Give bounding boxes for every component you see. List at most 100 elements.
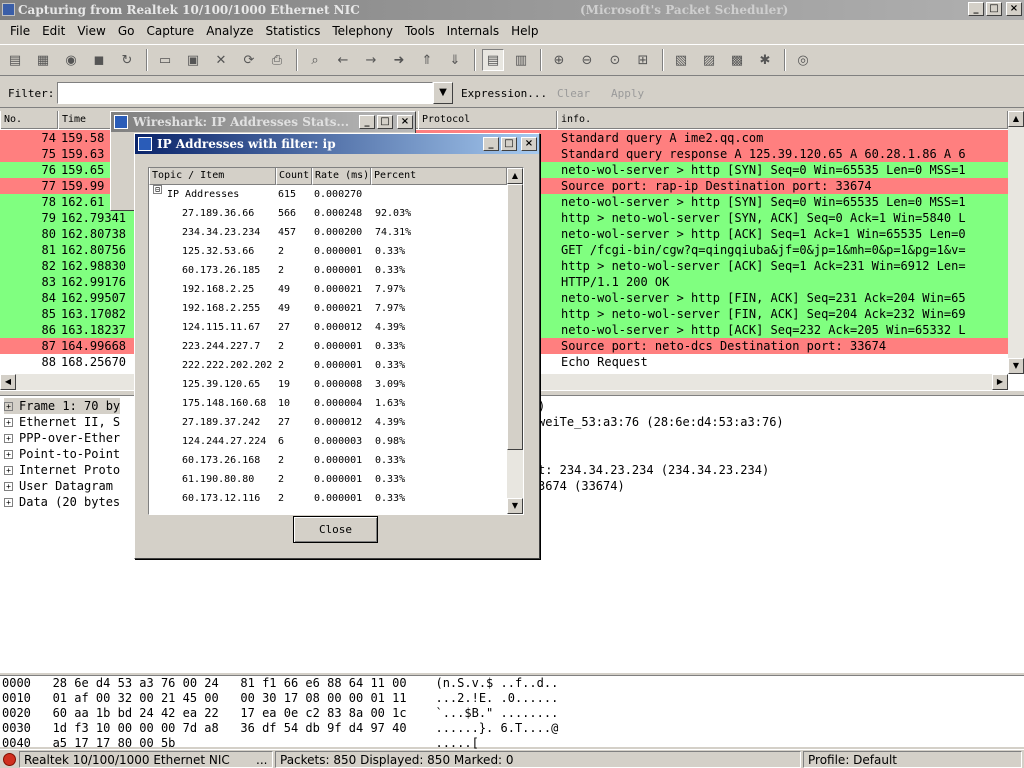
reload-icon[interactable]: ⟳ — [238, 49, 260, 71]
column-header-time[interactable]: Time — [58, 111, 118, 129]
stats-row[interactable]: 27.189.36.66 566 0.000248 92.03% — [149, 204, 507, 223]
detail-tree-item[interactable]: + Ethernet II, S — [4, 414, 120, 430]
expand-icon[interactable]: + — [4, 434, 13, 443]
detail-tree-item[interactable]: + PPP-over-Ether — [4, 430, 120, 446]
minimize-button[interactable]: _ — [968, 2, 984, 16]
menu-edit[interactable]: Edit — [36, 24, 71, 38]
find-packet-icon[interactable]: ⌕ — [304, 49, 326, 71]
stats-row[interactable]: 223.244.227.7 2 0.000001 0.33% — [149, 337, 507, 356]
scroll-left-icon[interactable]: ◀ — [0, 374, 16, 390]
menu-tools[interactable]: Tools — [399, 24, 441, 38]
menu-go[interactable]: Go — [112, 24, 141, 38]
expand-icon[interactable]: + — [4, 498, 13, 507]
dialog-close-button[interactable]: × — [521, 137, 537, 151]
parent-close-button[interactable]: × — [397, 115, 413, 129]
colorize-icon[interactable]: ▤ — [482, 49, 504, 71]
menu-analyze[interactable]: Analyze — [200, 24, 259, 38]
stats-row[interactable]: 192.168.2.255 49 0.000021 7.97% — [149, 299, 507, 318]
detail-tree-item[interactable]: + Point-to-Point — [4, 446, 120, 462]
open-file-icon[interactable]: ▭ — [154, 49, 176, 71]
collapse-icon[interactable]: ⊟ — [153, 185, 162, 194]
hex-dump-line[interactable]: 0010 01 af 00 32 00 21 45 00 00 30 17 08… — [2, 691, 558, 706]
menu-file[interactable]: File — [4, 24, 36, 38]
start-capture-icon[interactable]: ◉ — [60, 49, 82, 71]
detail-tree-item[interactable]: + User Datagram — [4, 478, 113, 494]
clear-filter-button[interactable]: Clear — [557, 87, 590, 100]
scroll-up-icon[interactable]: ▲ — [507, 168, 523, 184]
stats-col-percent[interactable]: Percent — [371, 168, 507, 185]
expand-icon[interactable]: + — [4, 402, 13, 411]
auto-scroll-icon[interactable]: ▥ — [510, 49, 532, 71]
dialog-maximize-button[interactable]: □ — [501, 137, 517, 151]
capture-filters-icon[interactable]: ▧ — [670, 49, 692, 71]
column-header-info[interactable]: info. — [557, 111, 1008, 129]
stats-col-rate[interactable]: Rate (ms) — [312, 168, 371, 185]
stats-row[interactable]: 125.39.120.65 19 0.000008 3.09% — [149, 375, 507, 394]
detail-tree-item[interactable]: + Internet Proto — [4, 462, 120, 478]
preferences-icon[interactable]: ✱ — [754, 49, 776, 71]
stats-row[interactable]: 60.173.26.168 2 0.000001 0.33% — [149, 451, 507, 470]
scroll-up-icon[interactable]: ▲ — [1008, 111, 1024, 127]
display-filters-icon[interactable]: ▨ — [698, 49, 720, 71]
stats-row[interactable]: 124.115.11.67 27 0.000012 4.39% — [149, 318, 507, 337]
normal-size-icon[interactable]: ⊙ — [604, 49, 626, 71]
column-header-protocol[interactable]: Protocol — [418, 111, 557, 129]
expand-icon[interactable]: + — [4, 450, 13, 459]
expand-icon[interactable]: + — [4, 482, 13, 491]
stats-root-row[interactable]: ⊟ IP Addresses 615 0.000270 — [149, 185, 507, 204]
stats-row[interactable]: 60.173.26.185 2 0.000001 0.33% — [149, 261, 507, 280]
stats-row[interactable]: 234.34.23.234 457 0.000200 74.31% — [149, 223, 507, 242]
expand-icon[interactable]: + — [4, 466, 13, 475]
zoom-out-icon[interactable]: ⊖ — [576, 49, 598, 71]
close-dialog-button[interactable]: Close — [293, 516, 378, 543]
stats-row[interactable]: 192.168.2.25 49 0.000021 7.97% — [149, 280, 507, 299]
expert-info-icon[interactable] — [3, 753, 16, 766]
parent-minimize-button[interactable]: _ — [359, 115, 375, 129]
stats-row[interactable]: 125.32.53.66 2 0.000001 0.33% — [149, 242, 507, 261]
go-first-icon[interactable]: ⇑ — [416, 49, 438, 71]
stop-capture-icon[interactable]: ◼ — [88, 49, 110, 71]
detail-tree-item[interactable]: + Frame 1: 70 by — [4, 398, 121, 414]
close-file-icon[interactable]: ✕ — [210, 49, 232, 71]
coloring-rules-icon[interactable]: ▩ — [726, 49, 748, 71]
maximize-button[interactable]: □ — [986, 2, 1002, 16]
restart-capture-icon[interactable]: ↻ — [116, 49, 138, 71]
stats-row[interactable]: 60.173.12.116 2 0.000001 0.33% — [149, 489, 507, 508]
print-icon[interactable]: ⎙ — [266, 49, 288, 71]
status-profile[interactable]: Profile: Default — [803, 751, 1022, 768]
capture-options-icon[interactable]: ▦ — [32, 49, 54, 71]
filter-dropdown-button[interactable]: ▼ — [433, 82, 453, 104]
packet-list-vscroll[interactable]: ▲ ▼ — [1008, 111, 1024, 374]
help-icon[interactable]: ◎ — [792, 49, 814, 71]
apply-filter-button[interactable]: Apply — [611, 87, 644, 100]
expand-icon[interactable]: + — [4, 418, 13, 427]
menu-capture[interactable]: Capture — [140, 24, 200, 38]
scroll-down-icon[interactable]: ▼ — [1008, 358, 1024, 374]
detail-tree-item[interactable]: + Data (20 bytes — [4, 494, 120, 510]
parent-maximize-button[interactable]: □ — [377, 115, 393, 129]
save-file-icon[interactable]: ▣ — [182, 49, 204, 71]
go-forward-icon[interactable]: → — [360, 49, 382, 71]
go-to-packet-icon[interactable]: ➜ — [388, 49, 410, 71]
stats-row[interactable]: 27.189.37.242 27 0.000012 4.39% — [149, 413, 507, 432]
hex-dump-line[interactable]: 0030 1d f3 10 00 00 00 7d a8 36 df 54 db… — [2, 721, 558, 736]
interface-list-icon[interactable]: ▤ — [4, 49, 26, 71]
go-back-icon[interactable]: ← — [332, 49, 354, 71]
column-header-no[interactable]: No. — [0, 111, 58, 129]
display-filter-input[interactable] — [57, 82, 433, 104]
menu-help[interactable]: Help — [505, 24, 544, 38]
hex-dump-line[interactable]: 0000 28 6e d4 53 a3 76 00 24 81 f1 66 e6… — [2, 676, 558, 691]
stats-col-topic[interactable]: Topic / Item — [149, 168, 276, 185]
expression-button[interactable]: Expression... — [461, 87, 547, 100]
close-window-button[interactable]: × — [1006, 2, 1022, 16]
stats-row[interactable]: 61.190.80.80 2 0.000001 0.33% — [149, 470, 507, 489]
dialog-minimize-button[interactable]: _ — [483, 137, 499, 151]
hex-dump-line[interactable]: 0020 60 aa 1b bd 24 42 ea 22 17 ea 0e c2… — [2, 706, 558, 721]
menu-internals[interactable]: Internals — [441, 24, 506, 38]
resize-columns-icon[interactable]: ⊞ — [632, 49, 654, 71]
stats-row[interactable]: 175.148.160.68 10 0.000004 1.63% — [149, 394, 507, 413]
scroll-right-icon[interactable]: ▶ — [992, 374, 1008, 390]
stats-vscroll[interactable]: ▲ ▼ — [507, 168, 523, 514]
scroll-down-icon[interactable]: ▼ — [507, 498, 523, 514]
menu-view[interactable]: View — [71, 24, 111, 38]
